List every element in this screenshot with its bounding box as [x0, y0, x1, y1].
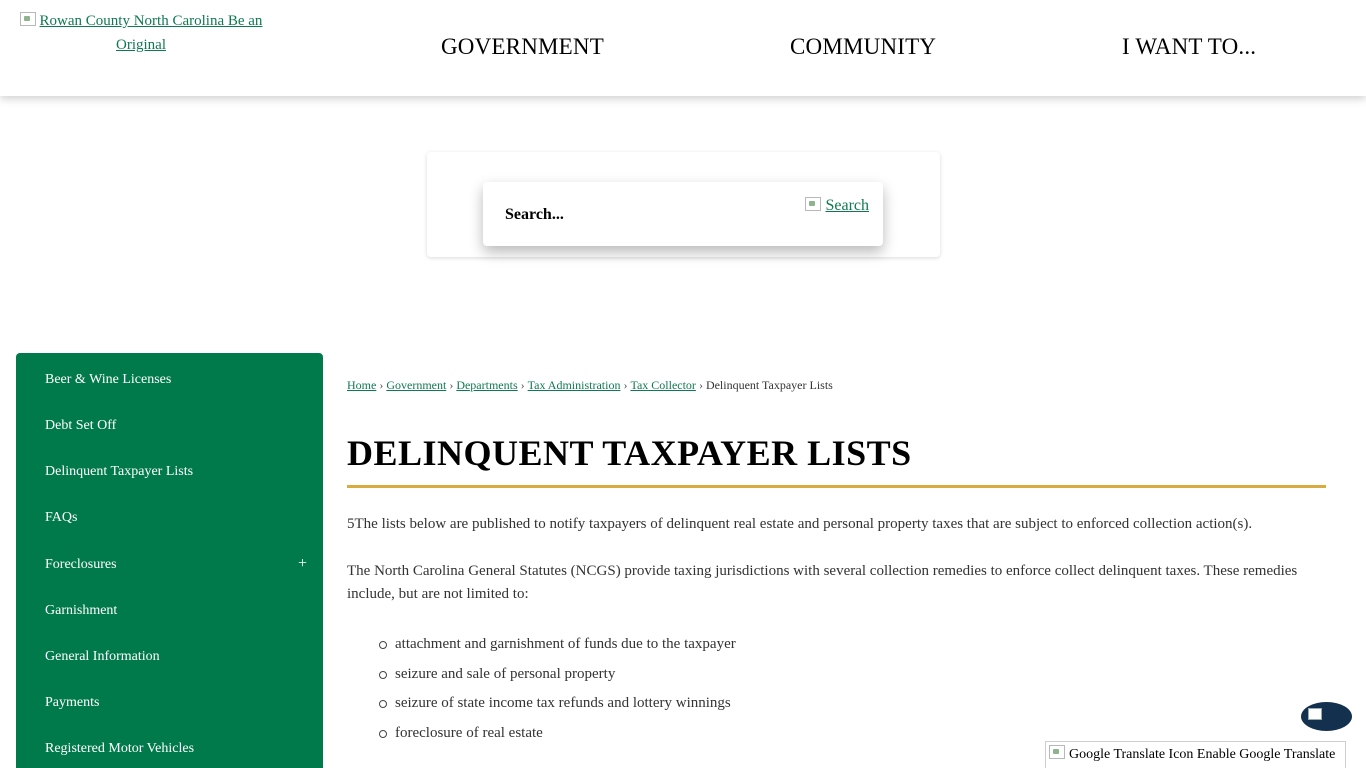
- breadcrumb-separator: ›: [623, 378, 628, 392]
- breadcrumb-departments[interactable]: Departments: [456, 378, 517, 392]
- site-logo[interactable]: Rowan County North Carolina Be an Origin…: [16, 9, 266, 57]
- google-translate-icon: [1049, 745, 1065, 759]
- sidebar-item-beer-wine-licenses[interactable]: Beer & Wine Licenses: [45, 372, 171, 388]
- breadcrumb-tax-administration[interactable]: Tax Administration: [528, 378, 621, 392]
- broken-image-icon: [19, 12, 36, 26]
- sidebar-item-garnishment[interactable]: Garnishment: [45, 603, 117, 619]
- breadcrumb: Home › Government › Departments › Tax Administ…: [347, 378, 833, 393]
- google-translate-button[interactable]: Google Translate Icon Enable Google Tran…: [1045, 741, 1346, 768]
- list-item: seizure of state income tax refunds and …: [379, 689, 736, 719]
- sidebar-item-foreclosures[interactable]: Foreclosures: [45, 557, 117, 573]
- breadcrumb-separator: ›: [449, 378, 454, 392]
- breadcrumb-current: Delinquent Taxpayer Lists: [705, 378, 833, 392]
- breadcrumb-separator: ›: [520, 378, 525, 392]
- sidebar-item-payments[interactable]: Payments: [45, 695, 99, 711]
- remedies-paragraph: The North Carolina General Statutes (NCG…: [347, 563, 1298, 602]
- sidebar-item-debt-set-off[interactable]: Debt Set Off: [45, 418, 116, 434]
- breadcrumb-separator: ›: [379, 378, 384, 392]
- intro-paragraph: 5The lists below are published to notify…: [347, 516, 1253, 532]
- sidebar-item-registered-motor-vehicles[interactable]: Registered Motor Vehicles: [45, 741, 194, 757]
- chat-widget-button[interactable]: [1301, 702, 1352, 731]
- search-panel: Search: [427, 152, 940, 257]
- broken-image-icon: [805, 197, 822, 211]
- list-item: foreclosure of real estate: [379, 719, 736, 749]
- expand-foreclosures-button[interactable]: +: [298, 555, 307, 573]
- search-box: Search: [483, 182, 883, 246]
- site-header: Rowan County North Carolina Be an Origin…: [0, 0, 1366, 96]
- sidebar-item-general-information[interactable]: General Information: [45, 649, 160, 665]
- translate-label: Google Translate Icon Enable Google Tran…: [1069, 747, 1336, 762]
- list-item: attachment and garnishment of funds due …: [379, 630, 736, 660]
- breadcrumb-home[interactable]: Home: [347, 378, 376, 392]
- breadcrumb-government[interactable]: Government: [386, 378, 446, 392]
- remedies-list: attachment and garnishment of funds due …: [379, 630, 736, 748]
- breadcrumb-separator: ›: [698, 378, 703, 392]
- search-button[interactable]: Search: [805, 197, 869, 215]
- chat-icon: [1308, 708, 1322, 720]
- breadcrumb-tax-collector[interactable]: Tax Collector: [630, 378, 695, 392]
- nav-community[interactable]: COMMUNITY: [790, 34, 936, 60]
- list-item: seizure and sale of personal property: [379, 660, 736, 690]
- search-input[interactable]: [505, 202, 795, 228]
- sidebar-nav: Beer & Wine Licenses Debt Set Off Delinq…: [16, 353, 323, 768]
- sidebar-item-faqs[interactable]: FAQs: [45, 510, 77, 526]
- page-title: DELINQUENT TAXPAYER LISTS: [347, 433, 912, 473]
- sidebar-item-delinquent-taxpayer-lists[interactable]: Delinquent Taxpayer Lists: [45, 464, 193, 480]
- title-divider: [347, 485, 1326, 488]
- nav-government[interactable]: GOVERNMENT: [441, 34, 604, 60]
- logo-link[interactable]: Rowan County North Carolina Be an Origin…: [40, 13, 263, 53]
- nav-i-want-to[interactable]: I WANT TO...: [1122, 34, 1256, 60]
- search-button-label: Search: [825, 197, 869, 214]
